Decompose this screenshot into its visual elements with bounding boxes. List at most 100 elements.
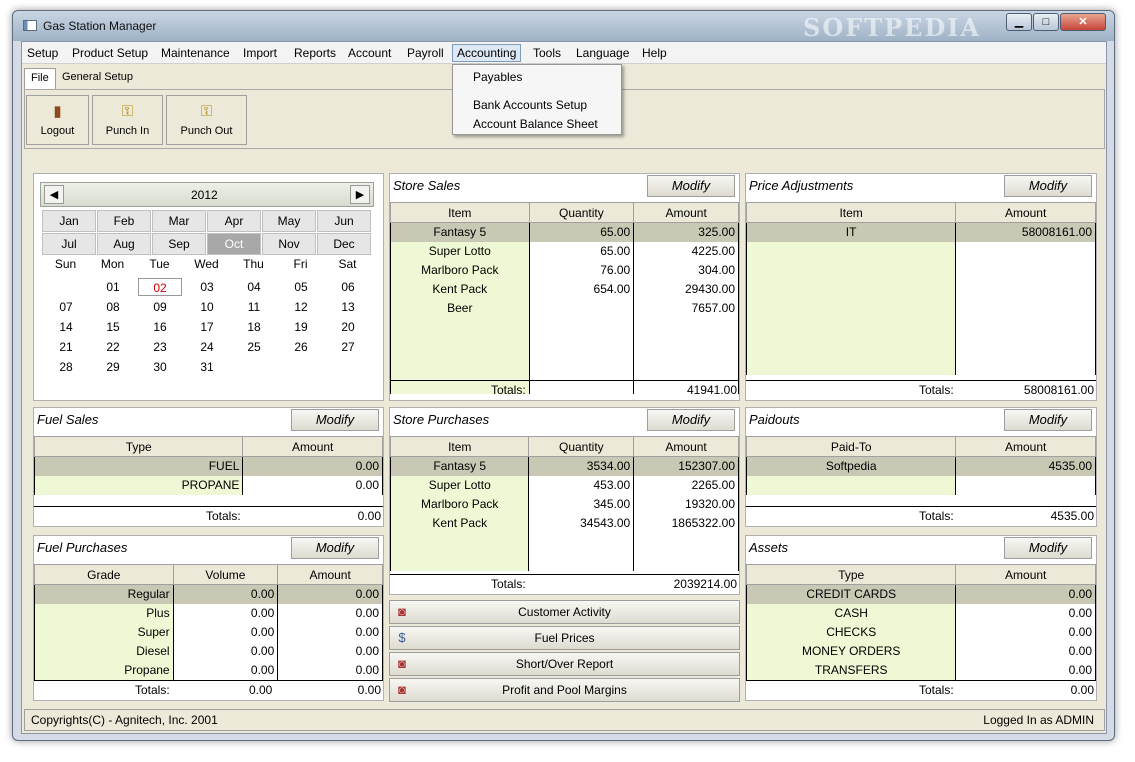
menu-language[interactable]: Language (572, 45, 633, 61)
column-header[interactable]: Amount (242, 436, 383, 457)
table-row[interactable]: Propane 0.00 0.00 (34, 660, 383, 680)
tab-file[interactable]: File (24, 68, 56, 89)
calendar-day[interactable]: 06 (326, 278, 370, 296)
table-row[interactable]: Fantasy 5 65.00 325.00 (390, 222, 739, 242)
table-row[interactable]: Kent Pack 654.00 29430.00 (390, 279, 739, 299)
column-header[interactable]: Amount (633, 436, 739, 457)
calendar-day[interactable]: 26 (279, 338, 323, 356)
column-header[interactable]: Grade (34, 564, 174, 585)
calendar-day[interactable]: 14 (44, 318, 88, 336)
calendar-day[interactable]: 20 (326, 318, 370, 336)
table-row[interactable] (745, 260, 1096, 280)
menu-maintenance[interactable]: Maintenance (157, 45, 234, 61)
paidouts-modify-button[interactable]: Modify (1004, 409, 1092, 431)
month-aug[interactable]: Aug (97, 233, 151, 255)
calendar-day[interactable]: 28 (44, 358, 88, 376)
calendar-day[interactable]: 13 (326, 298, 370, 316)
menu-item-bank-accounts-setup[interactable]: Bank Accounts Setup (473, 98, 587, 112)
month-oct[interactable]: Oct (207, 233, 261, 255)
menu-reports[interactable]: Reports (290, 45, 340, 61)
month-feb[interactable]: Feb (97, 210, 151, 232)
table-row[interactable]: Super 0.00 0.00 (34, 622, 383, 642)
calendar-day[interactable]: 10 (185, 298, 229, 316)
menu-item-account-balance-sheet[interactable]: Account Balance Sheet (473, 117, 598, 131)
store-purchases-modify-button[interactable]: Modify (647, 409, 735, 431)
maximize-button[interactable]: □ (1033, 13, 1059, 31)
profit-pool-margins-button[interactable]: ◙ Profit and Pool Margins (389, 678, 740, 702)
table-row[interactable] (745, 241, 1096, 261)
menu-tools[interactable]: Tools (529, 45, 565, 61)
logout-button[interactable]: ▮ Logout (26, 95, 89, 145)
menu-help[interactable]: Help (638, 45, 671, 61)
title-bar[interactable]: Gas Station Manager SOFTPEDIA ▁ □ ✕ (13, 11, 1114, 42)
table-row[interactable]: MONEY ORDERS 0.00 (745, 641, 1096, 661)
calendar-day[interactable]: 08 (91, 298, 135, 316)
punch-in-button[interactable]: ⚿ Punch In (92, 95, 163, 145)
month-may[interactable]: May (262, 210, 316, 232)
calendar-day[interactable]: 27 (326, 338, 370, 356)
column-header[interactable]: Quantity (528, 202, 635, 223)
calendar-day[interactable]: 31 (185, 358, 229, 376)
assets-modify-button[interactable]: Modify (1004, 537, 1092, 559)
price-adjustments-modify-button[interactable]: Modify (1004, 175, 1092, 197)
calendar-day[interactable]: 21 (44, 338, 88, 356)
column-header[interactable]: Amount (955, 564, 1096, 585)
table-row[interactable] (389, 532, 739, 552)
table-row[interactable] (745, 475, 1096, 495)
table-row[interactable] (745, 279, 1096, 299)
table-row[interactable] (390, 336, 739, 356)
calendar-day[interactable]: 12 (279, 298, 323, 316)
table-row[interactable]: Plus 0.00 0.00 (34, 603, 383, 623)
fuel-sales-modify-button[interactable]: Modify (291, 409, 379, 431)
calendar-day[interactable]: 22 (91, 338, 135, 356)
column-header[interactable]: Item (745, 202, 957, 223)
table-row[interactable]: Softpedia 4535.00 (745, 456, 1096, 476)
menu-import[interactable]: Import (239, 45, 281, 61)
table-row[interactable] (389, 551, 739, 571)
month-sep[interactable]: Sep (152, 233, 206, 255)
month-jul[interactable]: Jul (42, 233, 96, 255)
table-row[interactable]: Beer 7657.00 (390, 298, 739, 318)
month-mar[interactable]: Mar (152, 210, 206, 232)
menu-accounting[interactable]: Accounting (452, 44, 522, 62)
table-row[interactable]: Fantasy 5 3534.00 152307.00 (389, 456, 739, 476)
table-row[interactable]: FUEL 0.00 (33, 456, 383, 476)
close-button[interactable]: ✕ (1060, 13, 1106, 31)
column-header[interactable]: Paid-To (745, 436, 957, 457)
column-header[interactable]: Item (389, 436, 530, 457)
column-header[interactable]: Volume (172, 564, 279, 585)
calendar-day[interactable]: 30 (138, 358, 182, 376)
calendar-day[interactable]: 09 (138, 298, 182, 316)
calendar-day[interactable]: 11 (232, 298, 276, 316)
month-nov[interactable]: Nov (262, 233, 316, 255)
calendar-day[interactable]: 01 (91, 278, 135, 296)
table-row[interactable]: Diesel 0.00 0.00 (34, 641, 383, 661)
next-year-button[interactable]: ▶ (350, 185, 370, 204)
month-jun[interactable]: Jun (317, 210, 371, 232)
table-row[interactable]: Kent Pack 34543.00 1865322.00 (389, 513, 739, 533)
column-header[interactable]: Quantity (528, 436, 635, 457)
table-row[interactable] (390, 355, 739, 375)
calendar-day[interactable]: 15 (91, 318, 135, 336)
prev-year-button[interactable]: ◀ (44, 185, 64, 204)
table-row[interactable] (745, 355, 1096, 375)
calendar-day[interactable]: 04 (232, 278, 276, 296)
menu-account[interactable]: Account (344, 45, 395, 61)
calendar-day[interactable]: 02 (138, 278, 182, 296)
table-row[interactable]: CASH 0.00 (745, 603, 1096, 623)
table-row[interactable]: TRANSFERS 0.00 (745, 660, 1096, 680)
calendar-day[interactable]: 16 (138, 318, 182, 336)
table-row[interactable] (745, 336, 1096, 356)
table-row[interactable]: Marlboro Pack 76.00 304.00 (390, 260, 739, 280)
table-row[interactable]: CREDIT CARDS 0.00 (745, 584, 1096, 604)
table-row[interactable]: PROPANE 0.00 (33, 475, 383, 495)
calendar-day[interactable]: 23 (138, 338, 182, 356)
calendar-day[interactable]: 07 (44, 298, 88, 316)
table-row[interactable]: CHECKS 0.00 (745, 622, 1096, 642)
calendar-day[interactable]: 03 (185, 278, 229, 296)
punch-out-button[interactable]: ⚿ Punch Out (166, 95, 247, 145)
table-row[interactable]: Super Lotto 453.00 2265.00 (389, 475, 739, 495)
column-header[interactable]: Amount (955, 436, 1096, 457)
table-row[interactable]: IT 58008161.00 (745, 222, 1096, 242)
calendar-day[interactable]: 29 (91, 358, 135, 376)
